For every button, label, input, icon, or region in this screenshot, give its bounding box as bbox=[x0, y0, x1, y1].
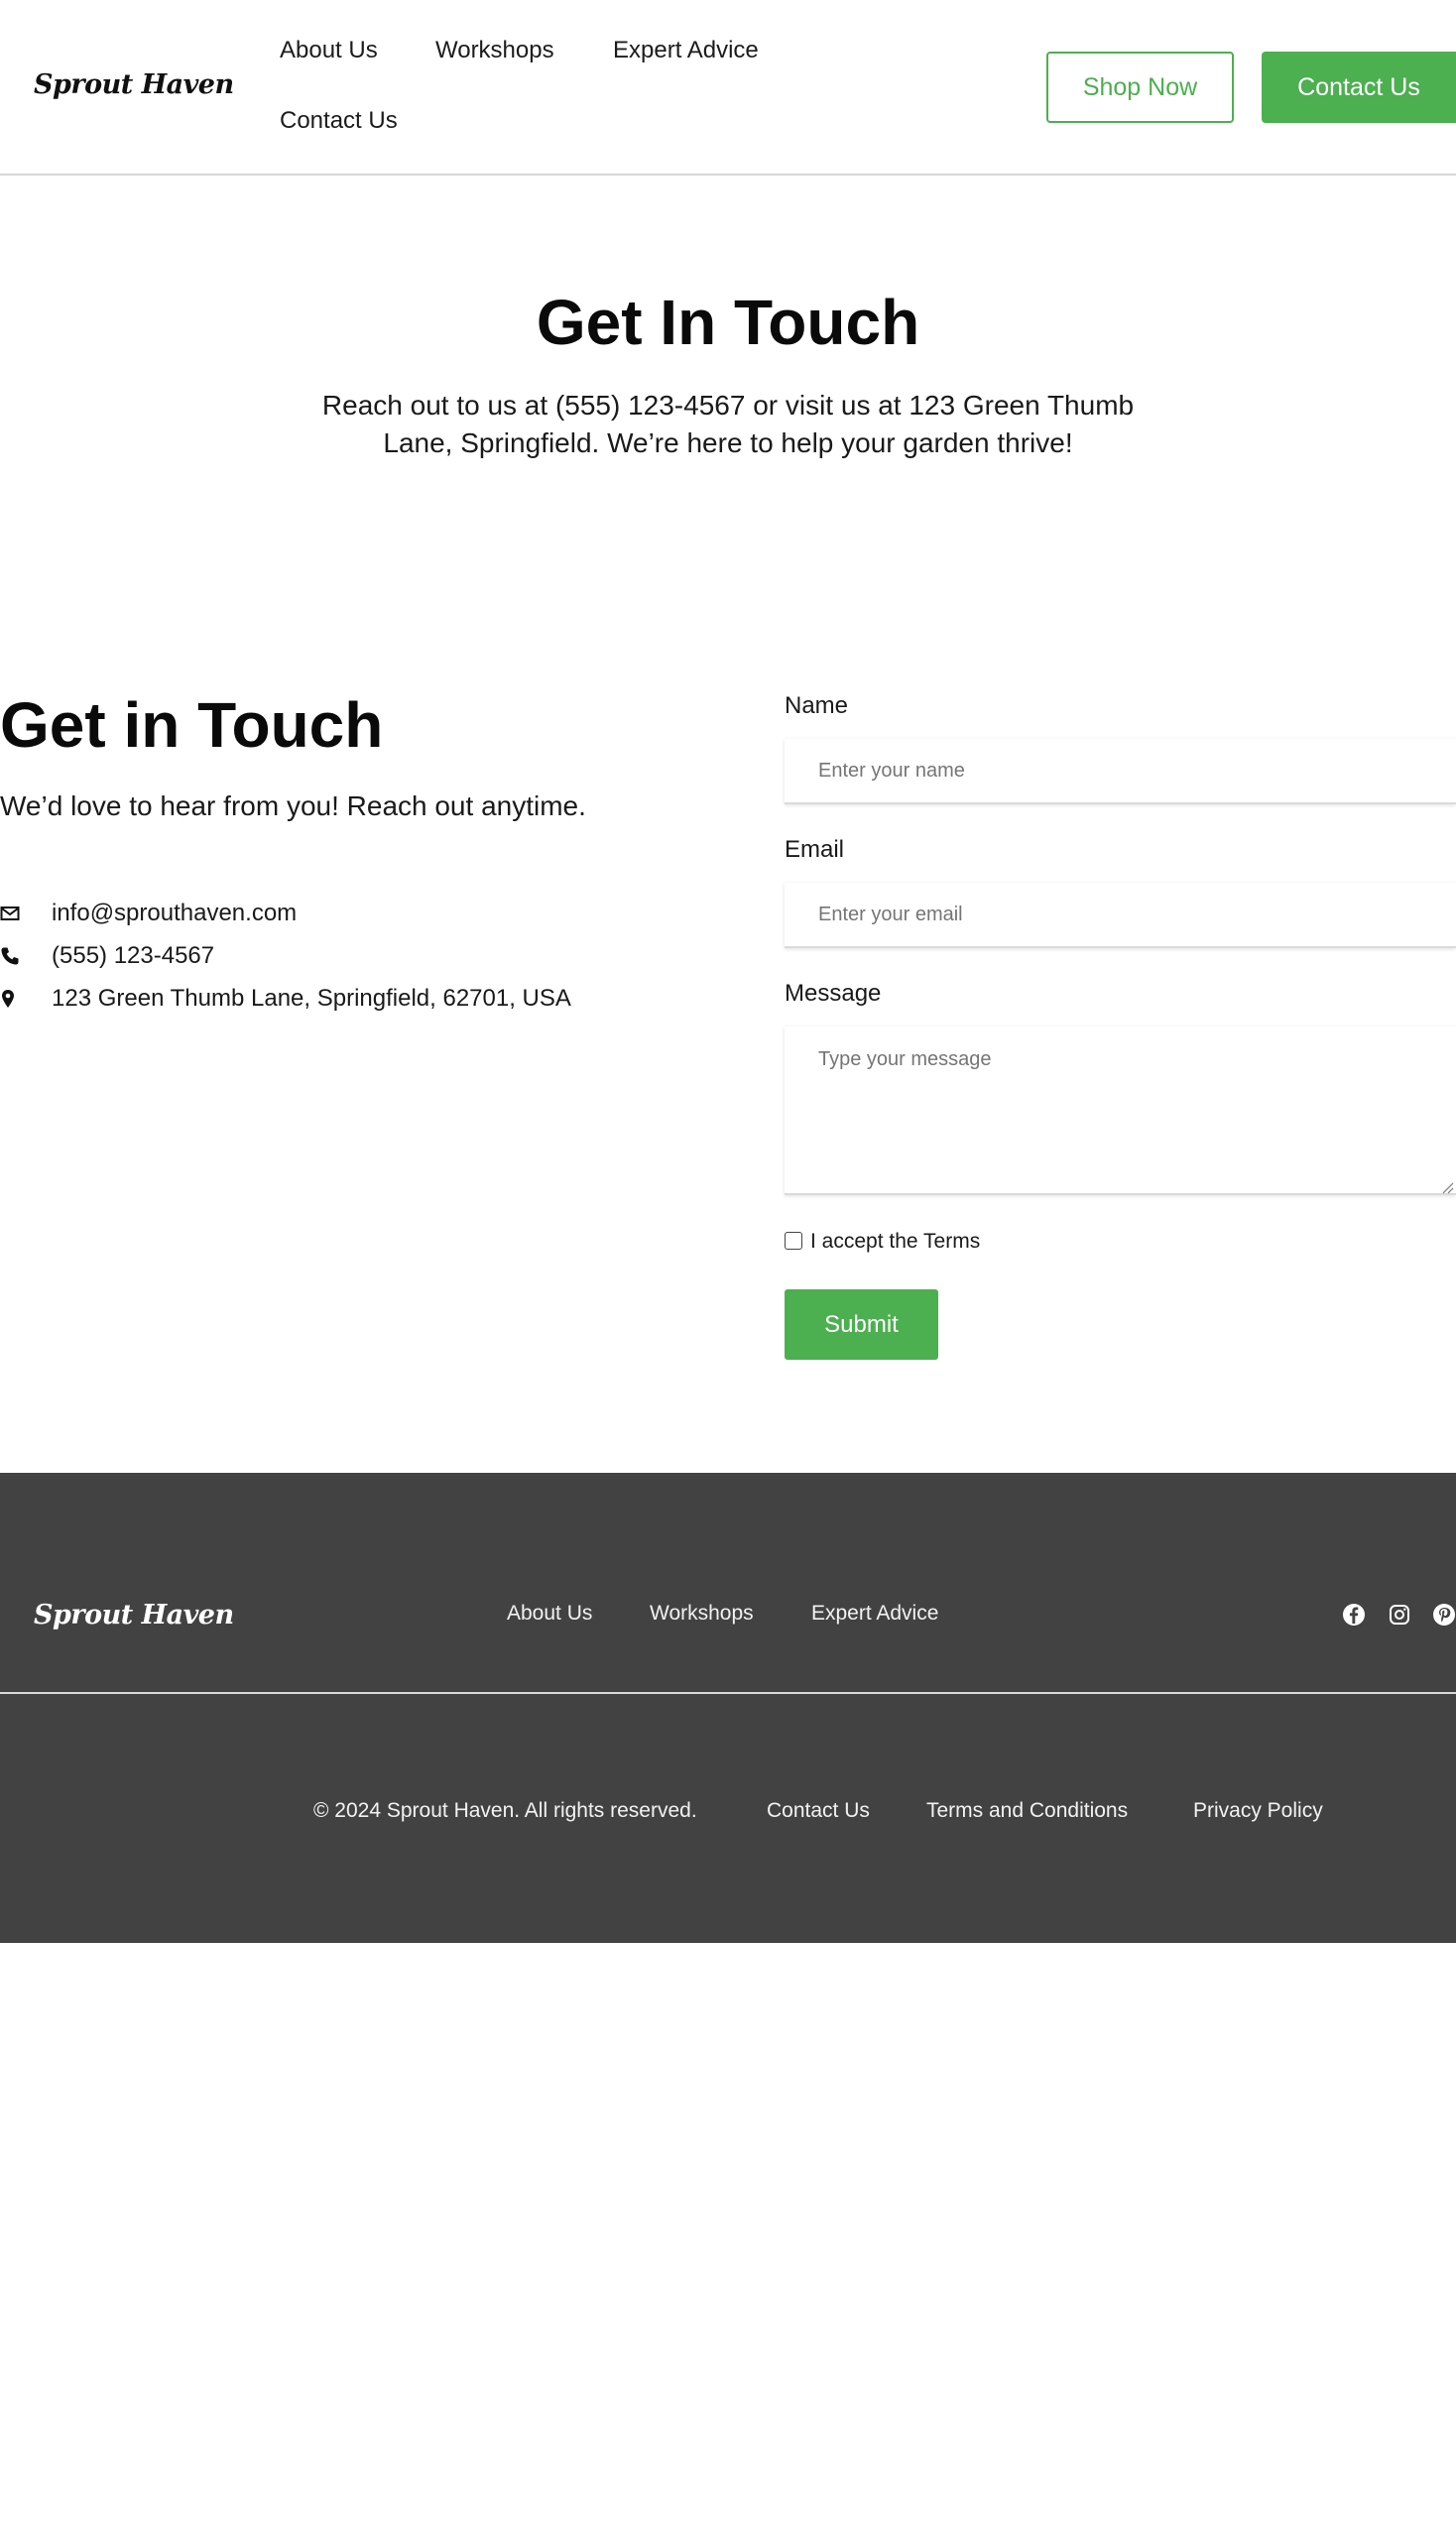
submit-button[interactable]: Submit bbox=[785, 1289, 938, 1360]
email-label: Email bbox=[785, 836, 845, 863]
message-textarea[interactable] bbox=[785, 1027, 1456, 1195]
contact-subtitle: We’d love to hear from you! Reach out an… bbox=[0, 790, 586, 821]
footer-link-expert-advice[interactable]: Expert Advice bbox=[811, 1602, 938, 1626]
contact-phone-row: (555) 123-4567 bbox=[0, 942, 214, 970]
contact-email[interactable]: info@sprouthaven.com bbox=[52, 900, 297, 927]
nav-link-expert-advice[interactable]: Expert Advice bbox=[613, 37, 759, 64]
nav-link-workshops[interactable]: Workshops bbox=[435, 37, 554, 64]
message-label: Message bbox=[785, 980, 882, 1007]
copyright-text: © 2024 Sprout Haven. All rights reserved… bbox=[313, 1799, 697, 1822]
name-label: Name bbox=[785, 692, 849, 719]
footer-bottom-link-privacy[interactable]: Privacy Policy bbox=[1193, 1799, 1323, 1823]
contact-address: 123 Green Thumb Lane, Springfield, 62701… bbox=[52, 985, 571, 1012]
envelope-icon bbox=[0, 903, 22, 924]
footer-bottom-link-terms[interactable]: Terms and Conditions bbox=[926, 1799, 1128, 1823]
shop-now-button[interactable]: Shop Now bbox=[1046, 52, 1234, 123]
contact-phone[interactable]: (555) 123-4567 bbox=[52, 942, 214, 970]
resize-grip-icon[interactable] bbox=[1440, 1180, 1454, 1194]
footer-link-about-us[interactable]: About Us bbox=[507, 1602, 592, 1626]
terms-label[interactable]: I accept the Terms bbox=[810, 1230, 980, 1254]
instagram-icon[interactable] bbox=[1388, 1603, 1411, 1627]
site-footer: Sprout Haven About Us Workshops Expert A… bbox=[0, 1473, 1456, 1943]
footer-bottom-link-contact-us[interactable]: Contact Us bbox=[767, 1799, 870, 1823]
contact-email-row: info@sprouthaven.com bbox=[0, 900, 297, 927]
footer-divider bbox=[0, 1692, 1456, 1694]
footer-logo[interactable]: Sprout Haven bbox=[34, 1600, 234, 1631]
hero-title: Get In Touch bbox=[536, 287, 920, 358]
footer-link-workshops[interactable]: Workshops bbox=[650, 1602, 754, 1626]
contact-address-row: 123 Green Thumb Lane, Springfield, 62701… bbox=[0, 985, 571, 1013]
contact-title: Get in Touch bbox=[0, 689, 384, 761]
email-input[interactable] bbox=[785, 883, 1456, 948]
site-logo[interactable]: Sprout Haven bbox=[34, 69, 234, 100]
terms-checkbox[interactable] bbox=[785, 1232, 802, 1250]
pinterest-icon[interactable] bbox=[1432, 1603, 1456, 1627]
hero-text: Reach out to us at (555) 123-4567 or vis… bbox=[321, 390, 1135, 458]
site-header: Sprout Haven About Us Workshops Expert A… bbox=[0, 0, 1456, 176]
map-pin-icon bbox=[0, 988, 22, 1010]
nav-link-contact-us[interactable]: Contact Us bbox=[280, 107, 398, 135]
name-input[interactable] bbox=[785, 739, 1456, 804]
facebook-icon[interactable] bbox=[1342, 1603, 1366, 1627]
nav-link-about-us[interactable]: About Us bbox=[280, 37, 378, 64]
phone-icon bbox=[0, 945, 22, 967]
header-contact-button[interactable]: Contact Us bbox=[1262, 52, 1456, 123]
